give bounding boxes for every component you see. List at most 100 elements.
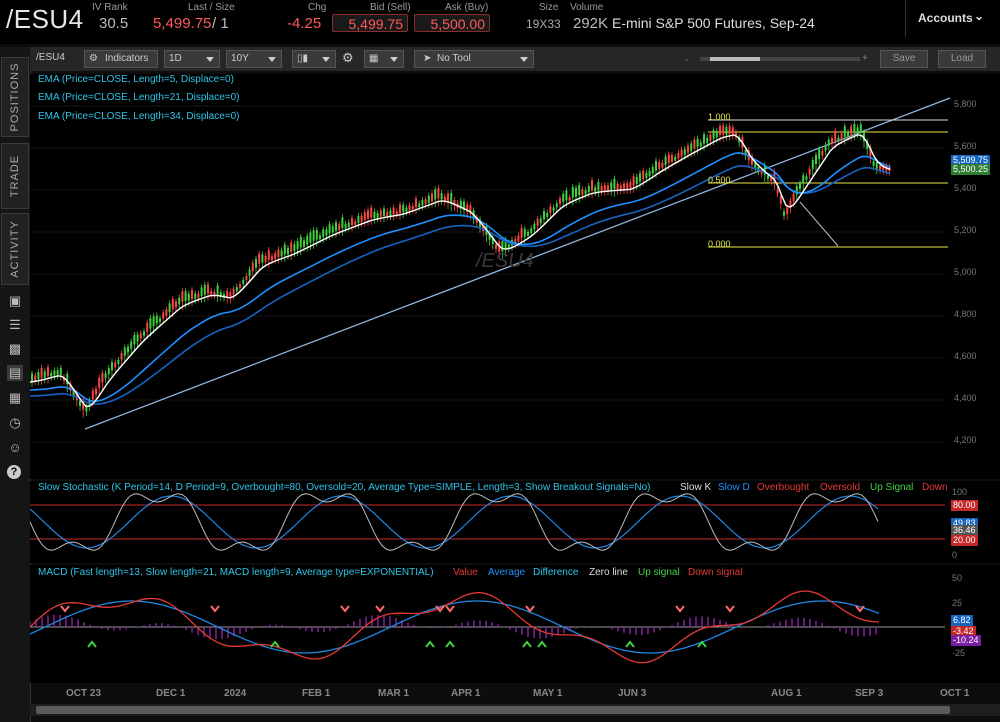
candle-body bbox=[162, 312, 165, 319]
zoom-in-icon[interactable]: + bbox=[862, 53, 868, 64]
candle-body bbox=[306, 236, 309, 245]
price-axis-4400: 4,400 bbox=[954, 393, 977, 403]
chart-icon[interactable]: ▤ bbox=[7, 365, 23, 381]
drawing-set-select[interactable]: ▦ bbox=[364, 50, 404, 68]
fib-diagonal bbox=[799, 201, 839, 247]
candle-body bbox=[584, 190, 587, 195]
candle-body bbox=[859, 124, 862, 134]
x-axis-may1: MAY 1 bbox=[533, 688, 563, 699]
last-price: 5,499.75 bbox=[153, 15, 212, 32]
clock-icon[interactable]: ◷ bbox=[7, 415, 23, 431]
candle-body bbox=[255, 259, 257, 268]
candle-body bbox=[165, 309, 168, 316]
ema5-label[interactable]: EMA (Price=CLOSE, Length=5, Displace=0) bbox=[38, 74, 234, 85]
ask-button[interactable]: 5,500.00 bbox=[414, 14, 490, 32]
settings-gear-icon[interactable]: ⚙ bbox=[338, 50, 356, 68]
drawing-tool-select[interactable]: ➤ No Tool bbox=[414, 50, 534, 68]
candle-body bbox=[351, 218, 353, 226]
zoom-slider[interactable] bbox=[700, 57, 860, 61]
candle-body bbox=[559, 198, 561, 204]
macd-title[interactable]: MACD (Fast length=13, Slow length=21, MA… bbox=[38, 567, 434, 578]
ema34-label[interactable]: EMA (Price=CLOSE, Length=34, Displace=0) bbox=[38, 111, 240, 122]
tab-positions[interactable]: POSITIONS bbox=[1, 57, 29, 137]
candle-body bbox=[395, 211, 398, 215]
down-signal-arrow bbox=[340, 605, 350, 613]
people-icon[interactable]: ☺ bbox=[7, 440, 23, 456]
candle-body bbox=[405, 207, 408, 212]
symbol-title[interactable]: /ESU4 bbox=[6, 4, 84, 35]
candle-body bbox=[680, 149, 683, 157]
candle-body bbox=[152, 316, 155, 326]
candle-body bbox=[245, 275, 248, 281]
stochastic-chart[interactable] bbox=[30, 481, 1000, 563]
candle-body bbox=[597, 182, 600, 191]
indicators-button[interactable]: ⚙ Indicators bbox=[84, 50, 158, 68]
price-chart[interactable] bbox=[30, 74, 1000, 479]
candle-body bbox=[251, 262, 254, 272]
horizontal-scrollbar[interactable] bbox=[30, 704, 1000, 716]
help-icon[interactable]: ? bbox=[7, 465, 21, 479]
tab-trade[interactable]: TRADE bbox=[1, 143, 29, 209]
list-icon[interactable]: ☰ bbox=[7, 317, 23, 333]
tab-activity[interactable]: ACTIVITY bbox=[1, 213, 29, 285]
candle-body bbox=[56, 370, 59, 375]
ema5-line bbox=[30, 134, 891, 408]
bid-button[interactable]: 5,499.75 bbox=[332, 14, 408, 32]
candle-body bbox=[722, 125, 725, 135]
tab-positions-label: POSITIONS bbox=[9, 62, 21, 132]
candle-body bbox=[642, 170, 645, 180]
candle-body bbox=[728, 126, 731, 134]
candle-body bbox=[171, 298, 174, 309]
candle-body bbox=[709, 134, 712, 141]
macd-pane[interactable]: MACD (Fast length=13, Slow length=21, MA… bbox=[30, 565, 1000, 683]
chart-style-select[interactable]: ▯▮ bbox=[292, 50, 336, 68]
candle-body bbox=[203, 284, 206, 295]
candle-body bbox=[168, 303, 171, 313]
candle-body bbox=[258, 253, 261, 264]
candle-body bbox=[523, 228, 526, 237]
symbol-description: E-mini S&P 500 Futures, Sep-24 bbox=[612, 15, 815, 31]
chart-toolbar: /ESU4 ⚙ Indicators 1D 10Y ▯▮ ⚙ ▦ ➤ No To… bbox=[30, 47, 1000, 71]
candle-body bbox=[594, 187, 597, 192]
save-button[interactable]: Save bbox=[880, 50, 928, 68]
candle-body bbox=[530, 228, 533, 233]
chevron-down-icon bbox=[390, 57, 398, 62]
interval-select[interactable]: 1D bbox=[164, 50, 220, 68]
ema21-label[interactable]: EMA (Price=CLOSE, Length=21, Displace=0) bbox=[38, 92, 240, 103]
scrollbar-thumb[interactable] bbox=[36, 706, 950, 714]
candle-body bbox=[664, 156, 667, 165]
candle-body bbox=[651, 166, 654, 174]
volume-value: 292K bbox=[573, 15, 609, 32]
range-value: 10Y bbox=[231, 53, 249, 64]
candle-body bbox=[322, 229, 325, 237]
quote-header: /ESU4 IV Rank 30.5 Last / Size 5,499.75 … bbox=[0, 0, 1000, 44]
fib-level-0: 0.000 bbox=[708, 239, 731, 249]
zoom-out-icon[interactable]: - bbox=[685, 55, 688, 66]
down-signal-arrow bbox=[525, 605, 535, 613]
candle-body bbox=[299, 236, 302, 248]
stochastic-title[interactable]: Slow Stochastic (K Period=14, D Period=9… bbox=[38, 482, 651, 493]
range-select[interactable]: 10Y bbox=[226, 50, 282, 68]
price-pane[interactable]: EMA (Price=CLOSE, Length=5, Displace=0) … bbox=[30, 74, 1000, 479]
candle-body bbox=[146, 322, 149, 332]
clipboard-icon[interactable]: ▩ bbox=[7, 341, 23, 357]
macd-chart[interactable] bbox=[30, 565, 1000, 683]
candle-body bbox=[811, 159, 814, 169]
candle-body bbox=[581, 189, 584, 195]
load-button[interactable]: Load bbox=[938, 50, 986, 68]
price-axis-5600: 5,600 bbox=[954, 141, 977, 151]
candle-body bbox=[107, 368, 110, 375]
candle-body bbox=[79, 400, 81, 406]
stochastic-pane[interactable]: Slow Stochastic (K Period=14, D Period=9… bbox=[30, 481, 1000, 563]
monitor-icon[interactable]: ▣ bbox=[7, 293, 23, 309]
zoom-slider-thumb[interactable] bbox=[710, 57, 760, 61]
chart-symbol-label[interactable]: /ESU4 bbox=[32, 50, 78, 68]
candle-body bbox=[424, 199, 427, 205]
chevron-down-icon bbox=[322, 57, 330, 62]
grid-icon[interactable]: ▦ bbox=[7, 390, 23, 406]
candle-body bbox=[495, 244, 497, 249]
iv-rank-value: 30.5 bbox=[99, 15, 129, 32]
x-axis-jun3: JUN 3 bbox=[618, 688, 647, 699]
accounts-menu[interactable]: Accounts ⌄ bbox=[905, 0, 1000, 37]
candle-body bbox=[389, 210, 392, 216]
